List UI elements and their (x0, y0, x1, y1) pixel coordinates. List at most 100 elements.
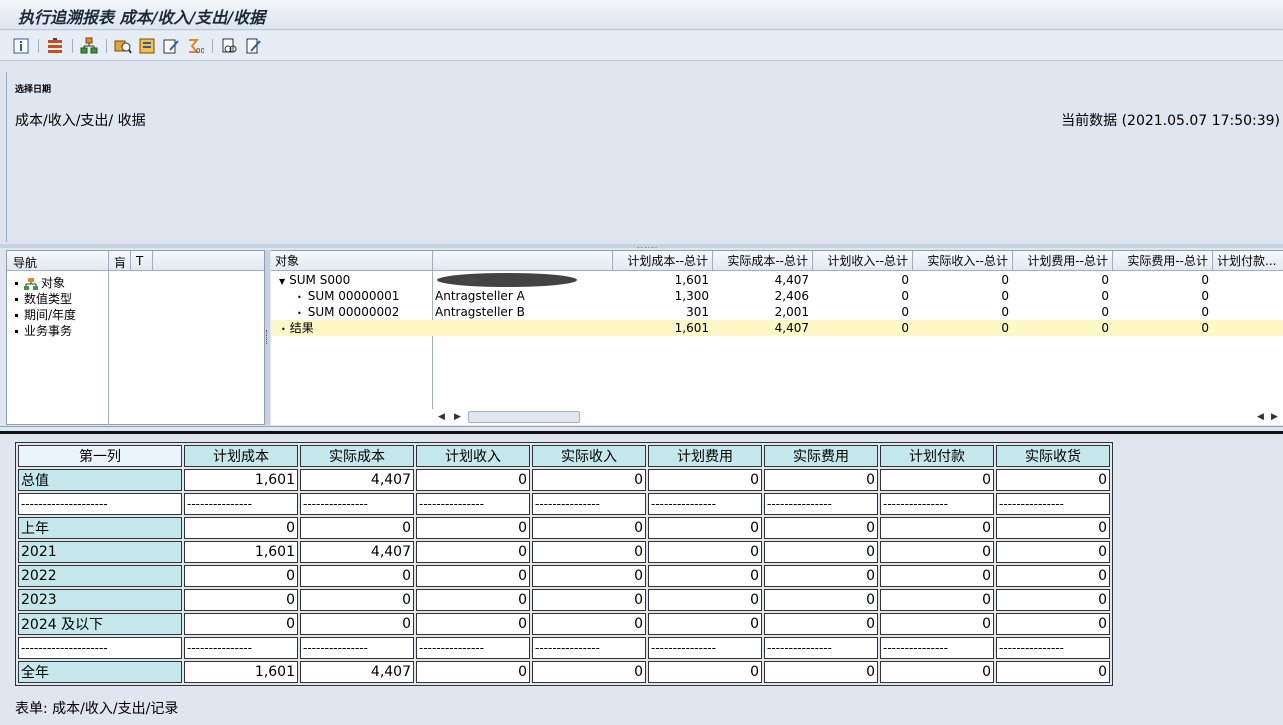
col-header-object[interactable]: 对象 (271, 251, 433, 271)
col-header-actual-cost[interactable]: 实际成本--总计 (713, 251, 813, 271)
report-cell: 0 (416, 613, 530, 635)
nav-header: 导航 肓 T (7, 251, 264, 271)
report-cell: --------------- (416, 493, 530, 515)
splitter-vertical[interactable] (265, 250, 270, 425)
grid-cell: 0 (1101, 321, 1109, 335)
report-cell: 0 (996, 541, 1110, 563)
report-cell: --------------- (184, 493, 298, 515)
grid-cell: 0 (1201, 273, 1209, 287)
report-col-header: 实际收入 (532, 445, 646, 467)
nav-header-col2[interactable]: 肓 (114, 254, 126, 271)
report-row-label: -------------------- (18, 493, 182, 515)
current-data-timestamp: 当前数据 (2021.05.07 17:50:39) (1061, 113, 1280, 129)
grid-row-result[interactable]: • 结果 1,601 4,407 0 0 0 0 (271, 320, 1283, 336)
report-cell: 0 (996, 517, 1110, 539)
splitter-middle[interactable] (0, 426, 1283, 434)
col-header-plan-cost[interactable]: 计划成本--总计 (613, 251, 713, 271)
grid-cell: 0 (1101, 273, 1109, 287)
grid-cell: 0 (1101, 305, 1109, 319)
report-col-header: 实际成本 (300, 445, 414, 467)
report-cell: 0 (184, 613, 298, 635)
horizontal-scrollbar[interactable]: ◀ ▶ ◀ ▶ (271, 409, 1283, 425)
grid-cell: 0 (1201, 321, 1209, 335)
report-cell: 0 (532, 541, 646, 563)
report-cell: 0 (996, 565, 1110, 587)
sum-icon[interactable]: 00 (186, 37, 205, 55)
report-row-label: -------------------- (18, 637, 182, 659)
report-cell: 0 (300, 589, 414, 611)
report-cell: --------------- (880, 637, 994, 659)
report-cell: 0 (880, 661, 994, 683)
nav-item-business-transaction[interactable]: 业务事务 (15, 322, 72, 339)
header-panel: 选择日期 成本/收入/支出/ 收据 当前数据 (2021.05.07 17:50… (6, 72, 1283, 242)
change-icon[interactable] (244, 37, 262, 55)
col-header-actual-expense[interactable]: 实际费用--总计 (1113, 251, 1213, 271)
info-icon[interactable] (12, 37, 30, 55)
tree-node-sum-s000[interactable]: ▼ SUM S000 (279, 272, 429, 288)
grid-cell: 0 (1001, 273, 1009, 287)
edit-icon[interactable] (162, 37, 180, 55)
report-cell: --------------- (532, 493, 646, 515)
nav-item-value-type-label: 数值类型 (24, 292, 73, 306)
col-header-plan-payment[interactable]: 计划付款... (1213, 251, 1283, 271)
find-icon[interactable] (114, 37, 132, 55)
report-row-label: 总值 (18, 469, 182, 491)
filter-icon[interactable] (46, 37, 64, 55)
report-separator-row: -------------------- --------------- ---… (18, 637, 1110, 659)
grid-row[interactable]: • SUM 00000002 Antragsteller B 301 2,001 … (271, 304, 1283, 320)
hierarchy-icon[interactable] (80, 37, 98, 55)
col-header-description[interactable] (433, 251, 613, 271)
grid-cell: 1,300 (674, 289, 709, 303)
scroll-right-icon[interactable]: ▶ (454, 412, 461, 422)
report-cell: 0 (532, 589, 646, 611)
grid-cell: 1,601 (674, 321, 709, 335)
col-header-actual-revenue[interactable]: 实际收入--总计 (913, 251, 1013, 271)
report-table: 第一列 计划成本 实际成本 计划收入 实际收入 计划费用 实际费用 计划付款 实… (15, 442, 1113, 686)
scrollbar-thumb[interactable] (468, 411, 580, 423)
nav-item-value-type[interactable]: 数值类型 (15, 290, 72, 307)
tree-node-sum-00000001[interactable]: • SUM 00000001 (297, 288, 431, 304)
report-cell: 0 (880, 589, 994, 611)
layout-icon[interactable] (138, 37, 156, 55)
nav-item-object[interactable]: 对象 (15, 274, 65, 291)
tree-node-result[interactable]: • 结果 (281, 320, 431, 336)
col-header-plan-expense[interactable]: 计划费用--总计 (1013, 251, 1113, 271)
nav-header-col3[interactable]: T (136, 254, 143, 268)
report-row: 2021 1,601 4,407 0 0 0 0 0 0 (18, 541, 1110, 563)
scroll-right-end-icon[interactable]: ▶ (1271, 412, 1278, 422)
scroll-left-icon[interactable]: ◀ (438, 412, 445, 422)
grid-cell: 4,407 (774, 273, 809, 287)
grid-cell: 0 (901, 321, 909, 335)
select-date-label: 选择日期 (15, 85, 52, 95)
grid-row[interactable]: ▼ SUM S000 1,601 4,407 0 0 0 0 (271, 272, 1283, 288)
report-cell: 0 (532, 517, 646, 539)
report-cell: --------------- (764, 493, 878, 515)
report-cell: 0 (764, 613, 878, 635)
report-col-header: 计划收入 (416, 445, 530, 467)
report-cell: 0 (532, 565, 646, 587)
report-cell: 4,407 (300, 661, 414, 683)
grid-row[interactable]: • SUM 00000001 Antragsteller A 1,300 2,40… (271, 288, 1283, 304)
svg-text:00: 00 (196, 47, 204, 55)
print-preview-icon[interactable] (220, 37, 238, 55)
col-header-plan-revenue[interactable]: 计划收入--总计 (813, 251, 913, 271)
nav-item-period-year[interactable]: 期间/年度 (15, 306, 76, 323)
report-row-label: 2022 (18, 565, 182, 587)
report-cell: --------------- (880, 493, 994, 515)
report-row: 2022 0 0 0 0 0 0 0 0 (18, 565, 1110, 587)
tree-node-sum-00000002[interactable]: • SUM 00000002 (297, 304, 431, 320)
grid-row-object: 结果 (289, 321, 314, 335)
grid-cell: 4,407 (774, 321, 809, 335)
report-row: 2024 及以下 0 0 0 0 0 0 0 0 (18, 613, 1110, 635)
report-cell: 0 (532, 613, 646, 635)
report-cell: --------------- (184, 637, 298, 659)
report-cell: 0 (648, 469, 762, 491)
grid-cell: 2,001 (774, 305, 809, 319)
grid-cell: 2,406 (774, 289, 809, 303)
report-cell: 0 (996, 589, 1110, 611)
grid-cell: 0 (1001, 289, 1009, 303)
report-cell: 0 (996, 469, 1110, 491)
scroll-left-end-icon[interactable]: ◀ (1257, 412, 1264, 422)
splitter-top[interactable]: ...... (0, 242, 1283, 250)
report-row: 2023 0 0 0 0 0 0 0 0 (18, 589, 1110, 611)
